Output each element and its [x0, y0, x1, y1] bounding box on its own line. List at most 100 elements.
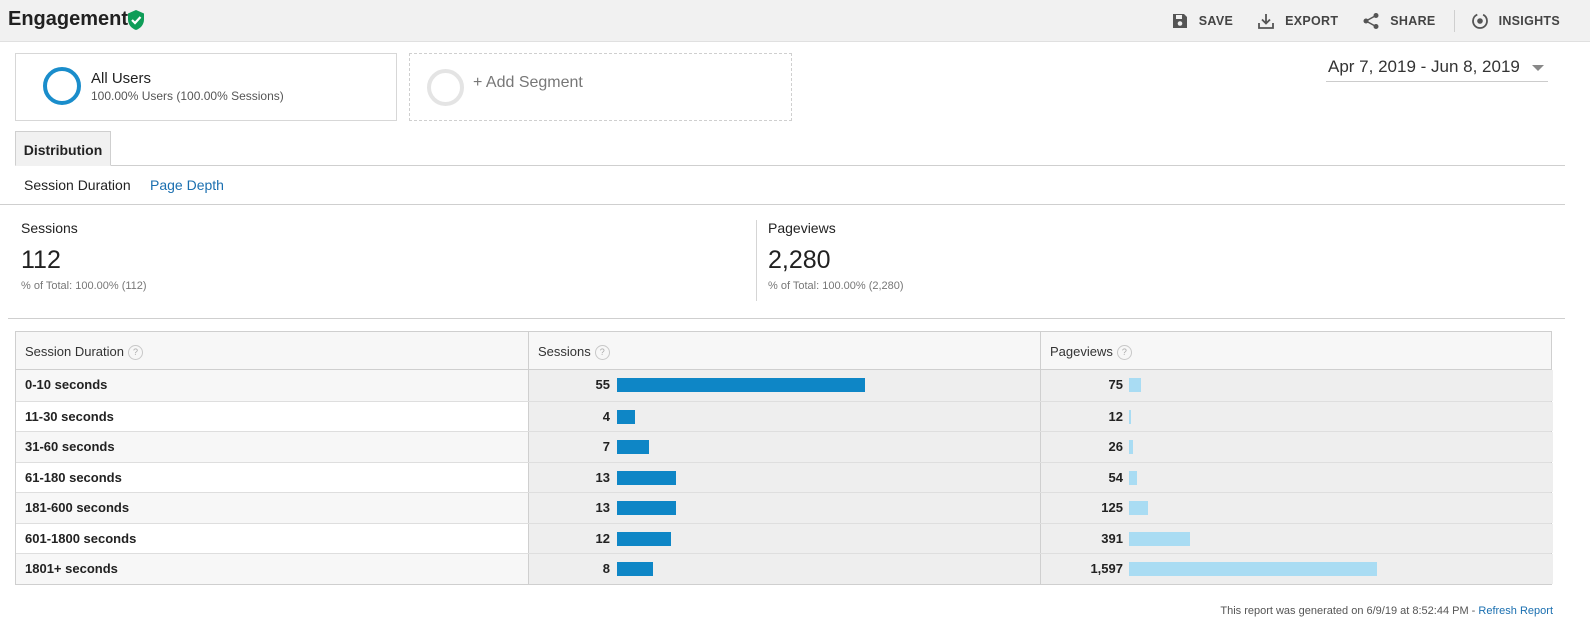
header-actions: SAVE EXPORT SHARE INSIGHTS — [1147, 0, 1560, 42]
share-label: SHARE — [1390, 14, 1436, 28]
column-header-label: Sessions — [538, 344, 591, 359]
pageviews-cell: 12 — [1040, 401, 1553, 431]
column-header-sessions[interactable]: Sessions? — [528, 332, 1040, 370]
share-button[interactable]: SHARE — [1362, 12, 1435, 30]
scorecard-value: 112 — [21, 246, 61, 274]
row-duration-label: 1801+ seconds — [25, 561, 118, 576]
help-icon[interactable]: ? — [594, 345, 610, 361]
pageviews-value: 26 — [1108, 439, 1123, 454]
sessions-value: 12 — [595, 530, 610, 546]
pageviews-value: 75 — [1108, 377, 1123, 392]
sessions-bar — [617, 409, 635, 424]
sessions-bar — [617, 378, 865, 392]
table-row: 11-30 seconds 4 12 — [16, 400, 1553, 431]
pageviews-bar — [1129, 470, 1137, 485]
table-header: Session Duration? Sessions? Pageviews? — [16, 332, 1551, 370]
pageviews-cell: 125 — [1040, 493, 1553, 523]
save-button[interactable]: SAVE — [1171, 12, 1233, 30]
add-segment-button[interactable]: + Add Segment — [409, 53, 792, 121]
table-row: 61-180 seconds 13 54 — [16, 461, 1553, 492]
sessions-bar — [617, 562, 653, 576]
sessions-value: 8 — [602, 561, 610, 576]
insights-label: INSIGHTS — [1498, 14, 1560, 28]
date-range-text: Apr 7, 2019 - Jun 8, 2019 — [1328, 57, 1520, 76]
sessions-cell: 8 — [528, 554, 1040, 584]
caret-down-icon — [1532, 65, 1544, 71]
sessions-value: 7 — [602, 439, 610, 454]
verified-shield-icon — [128, 10, 144, 30]
row-duration-label: 0-10 seconds — [25, 377, 108, 392]
insights-button[interactable]: INSIGHTS — [1471, 12, 1560, 30]
subtab-divider — [0, 204, 1565, 205]
sessions-cell: 12 — [528, 523, 1040, 553]
help-icon[interactable]: ? — [128, 345, 143, 361]
scorecard-subtext: % of Total: 100.00% (112) — [21, 280, 147, 292]
pageviews-value: 125 — [1101, 500, 1123, 515]
sessions-value: 13 — [595, 469, 610, 485]
scorecard-sessions: Sessions 112 % of Total: 100.00% (112) — [21, 220, 147, 292]
segment-circle-icon — [43, 67, 81, 105]
pageviews-value: 12 — [1108, 408, 1123, 424]
pageviews-cell: 75 — [1040, 370, 1553, 401]
table-row: 181-600 seconds 13 125 — [16, 492, 1553, 523]
sessions-bar — [617, 470, 676, 485]
column-header-label: Pageviews — [1050, 344, 1113, 359]
scorecard-subtext: % of Total: 100.00% (2,280) — [768, 280, 904, 292]
sessions-cell: 55 — [528, 370, 1040, 401]
sessions-value: 13 — [595, 500, 610, 515]
sessions-value: 4 — [602, 408, 610, 424]
pageviews-value: 391 — [1101, 530, 1123, 546]
insights-icon — [1471, 13, 1488, 29]
date-range-picker[interactable]: Apr 7, 2019 - Jun 8, 2019 — [1326, 55, 1548, 82]
scorecard-label: Sessions — [21, 220, 78, 236]
subtab-page-depth[interactable]: Page Depth — [150, 177, 224, 193]
pageviews-value: 1,597 — [1090, 561, 1123, 576]
pageviews-bar — [1129, 378, 1141, 392]
segment-detail: 100.00% Users (100.00% Sessions) — [91, 89, 284, 103]
report-header: Engagement SAVE EXPORT SHARE INSIGHTS — [0, 0, 1590, 42]
sessions-bar — [617, 531, 671, 546]
generated-text: This report was generated on 6/9/19 at 8… — [1220, 605, 1479, 617]
sessions-cell: 4 — [528, 401, 1040, 431]
export-button[interactable]: EXPORT — [1257, 12, 1338, 30]
help-icon[interactable]: ? — [1116, 345, 1132, 361]
page-title: Engagement — [8, 8, 129, 30]
report-footer: This report was generated on 6/9/19 at 8… — [1220, 605, 1553, 617]
pageviews-bar — [1129, 501, 1148, 515]
row-duration-label: 181-600 seconds — [25, 500, 130, 515]
share-icon — [1363, 13, 1379, 29]
empty-segment-circle-icon — [427, 69, 464, 106]
distribution-table: Session Duration? Sessions? Pageviews? 0… — [15, 331, 1553, 585]
subtab-session-duration[interactable]: Session Duration — [24, 177, 131, 193]
pageviews-bar — [1129, 440, 1133, 454]
column-header-pageviews[interactable]: Pageviews? — [1040, 332, 1553, 370]
scorecard-value: 2,280 — [768, 246, 831, 274]
sessions-cell: 7 — [528, 432, 1040, 462]
table-row: 31-60 seconds 7 26 — [16, 431, 1553, 462]
pageviews-bar — [1129, 562, 1377, 576]
table-row: 1801+ seconds 8 1,597 — [16, 553, 1553, 584]
scorecard-label: Pageviews — [768, 220, 836, 236]
pageviews-cell: 391 — [1040, 523, 1553, 553]
pageviews-cell: 54 — [1040, 462, 1553, 492]
row-duration-label: 31-60 seconds — [25, 439, 115, 454]
add-segment-label: + Add Segment — [473, 74, 583, 91]
refresh-report-link[interactable]: Refresh Report — [1478, 605, 1553, 617]
table-body: 0-10 seconds 55 75 11-30 seconds 4 12 31-60 se… — [16, 370, 1553, 584]
table-row: 601-1800 seconds 12 391 — [16, 522, 1553, 553]
table-row: 0-10 seconds 55 75 — [16, 370, 1553, 401]
tab-distribution[interactable]: Distribution — [15, 131, 111, 166]
actions-divider — [1453, 10, 1455, 32]
tab-divider — [15, 165, 1565, 166]
sessions-bar — [617, 440, 649, 454]
column-header-session-duration[interactable]: Session Duration? — [16, 332, 528, 370]
pageviews-cell: 26 — [1040, 432, 1553, 462]
segment-all-users[interactable]: All Users 100.00% Users (100.00% Session… — [15, 53, 397, 121]
row-duration-label: 601-1800 seconds — [25, 530, 137, 546]
sessions-cell: 13 — [528, 493, 1040, 523]
download-icon — [1258, 14, 1274, 29]
scorecards-divider — [8, 318, 1565, 319]
scorecard-divider — [756, 220, 757, 301]
scorecard-pageviews: Pageviews 2,280 % of Total: 100.00% (2,2… — [768, 220, 904, 292]
column-header-label: Session Duration — [25, 344, 124, 359]
